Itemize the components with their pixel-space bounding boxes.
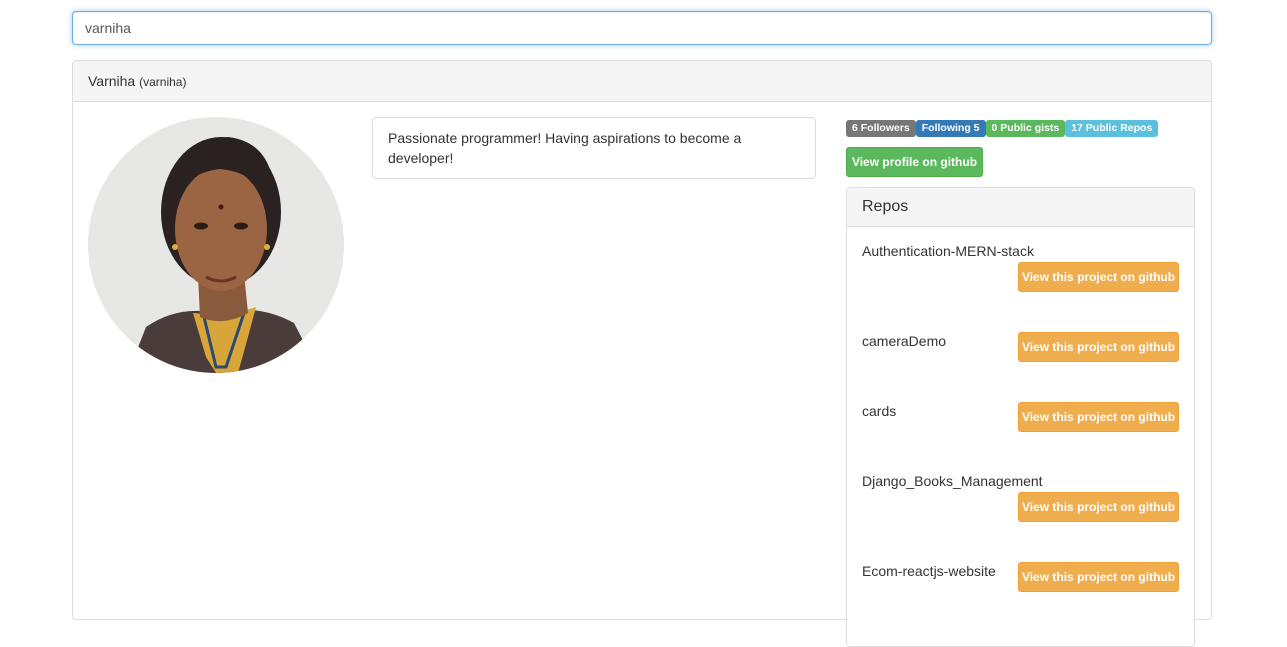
profile-name: Varniha [88,73,136,89]
repo-item: cameraDemo View this project on github [847,332,1194,403]
repo-name: Authentication-MERN-stack [862,243,1034,259]
profile-heading: Varniha (varniha) [73,61,1211,102]
bio-well: Passionate programmer! Having aspiration… [372,117,816,179]
following-badge: Following 5 [915,120,986,137]
view-repo-button[interactable]: View this project on github [1018,562,1179,592]
repo-name: cards [862,403,897,419]
public-gists-badge: 0 Public gists [985,120,1066,137]
profile-panel: Varniha (varniha) Passionate programmer!… [72,60,1212,647]
view-profile-button[interactable]: View profile on github [846,147,983,177]
repos-heading: Repos [847,188,1194,227]
avatar-photo [88,117,344,373]
avatar [88,117,344,373]
profile-login: (varniha) [139,75,187,89]
repo-item: Authentication-MERN-stack View this proj… [847,243,1194,313]
followers-badge: 6 Followers [846,120,916,137]
view-repo-button[interactable]: View this project on github [1018,262,1179,292]
view-repo-button[interactable]: View this project on github [1018,332,1179,362]
profile-bio: Passionate programmer! Having aspiration… [388,130,742,166]
repo-item: cards View this project on github [847,402,1194,473]
search-input[interactable] [72,11,1212,45]
view-repo-button[interactable]: View this project on github [1018,402,1179,432]
view-repo-button[interactable]: View this project on github [1018,492,1179,522]
repo-name: Ecom-reactjs-website [862,563,996,579]
public-repos-badge: 17 Public Repos [1065,120,1159,137]
repo-item: Django_Books_Management View this projec… [847,473,1194,543]
repos-panel: Repos Authentication-MERN-stack View thi… [846,187,1195,647]
repo-name: cameraDemo [862,333,947,349]
repo-name: Django_Books_Management [862,473,1043,489]
repo-item: Ecom-reactjs-website View this project o… [847,562,1194,633]
stats-badges: 6 Followers Following 5 0 Public gists 1… [846,120,1159,137]
